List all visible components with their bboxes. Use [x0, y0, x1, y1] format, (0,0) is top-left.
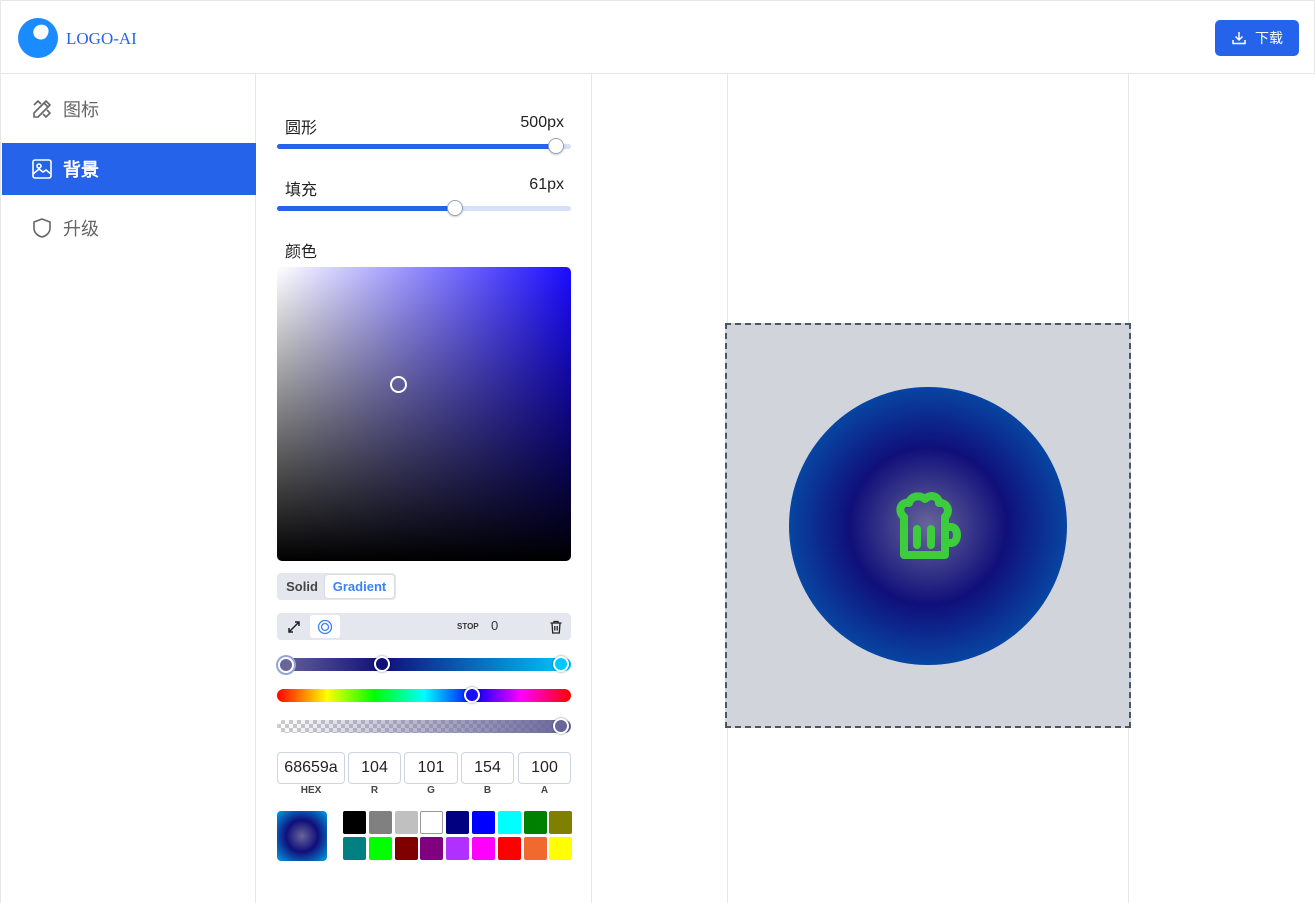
sidebar-item-label: 背景	[63, 160, 99, 180]
app-header: LOGO-AI 下载	[0, 0, 1315, 74]
sidebar-item-label: 升级	[63, 219, 99, 239]
color-swatch[interactable]	[549, 811, 573, 834]
hue-slider-handle[interactable]	[464, 687, 480, 703]
image-icon	[32, 159, 52, 179]
sidebar-item-icon[interactable]: 图标	[2, 83, 256, 135]
round-label: 圆形	[285, 120, 318, 137]
alpha-slider-handle[interactable]	[553, 718, 569, 734]
color-swatch[interactable]	[420, 811, 444, 834]
blue-field[interactable]: 154	[461, 752, 514, 784]
pencil-ruler-icon	[33, 100, 51, 118]
color-swatch[interactable]	[472, 811, 495, 834]
tab-gradient[interactable]: Gradient	[325, 575, 394, 598]
sidebar-item-upgrade[interactable]: 升级	[2, 202, 256, 254]
gradient-stops-bar[interactable]	[277, 658, 571, 671]
download-icon	[1232, 32, 1246, 45]
delete-stop-button[interactable]	[541, 615, 571, 638]
alpha-slider[interactable]	[277, 720, 571, 733]
linear-gradient-button[interactable]	[279, 615, 309, 638]
stop-value[interactable]: 0	[491, 618, 498, 633]
color-swatch[interactable]	[497, 837, 521, 860]
green-label: G	[427, 785, 435, 796]
color-swatch[interactable]	[343, 811, 366, 834]
round-slider-thumb[interactable]	[548, 138, 564, 154]
blue-label: B	[483, 785, 492, 796]
color-label: 颜色	[285, 244, 318, 261]
download-label: 下载	[1255, 30, 1283, 46]
gradient-toolbar: STOP 0	[277, 613, 571, 640]
color-swatch[interactable]	[394, 811, 418, 834]
padding-slider-thumb[interactable]	[447, 200, 463, 216]
red-label: R	[370, 785, 379, 796]
color-swatch[interactable]	[523, 837, 547, 860]
picker-cursor[interactable]	[390, 376, 407, 393]
padding-slider[interactable]	[277, 200, 571, 216]
tab-solid[interactable]: Solid	[279, 575, 325, 598]
hue-slider[interactable]	[277, 689, 571, 702]
background-circle[interactable]	[789, 387, 1067, 665]
padding-label: 填充	[285, 182, 318, 199]
hex-label: HEX	[300, 785, 322, 796]
color-swatch[interactable]	[343, 837, 366, 860]
color-swatch[interactable]	[420, 837, 444, 860]
beer-mug-icon[interactable]	[879, 477, 977, 575]
alpha-field[interactable]: 100	[518, 752, 571, 784]
color-swatch[interactable]	[472, 837, 495, 860]
red-field[interactable]: 104	[348, 752, 401, 784]
color-swatch[interactable]	[523, 811, 547, 834]
diagonal-arrows-icon	[288, 620, 300, 633]
color-swatch[interactable]	[549, 837, 573, 860]
hex-field[interactable]: 68659a	[277, 752, 345, 784]
radial-icon	[317, 619, 333, 634]
logo-text[interactable]: LOGO-AI	[66, 29, 137, 49]
sidebar: 图标 背景 升级	[0, 74, 256, 903]
gradient-stop-handle[interactable]	[374, 656, 390, 672]
color-mode-tabs: Solid Gradient	[277, 573, 396, 600]
sidebar-item-background[interactable]: 背景	[2, 143, 256, 195]
artboard[interactable]	[725, 323, 1131, 728]
green-field[interactable]: 101	[404, 752, 458, 784]
color-swatch[interactable]	[446, 837, 470, 860]
alpha-label: A	[540, 785, 549, 796]
stop-label: STOP	[457, 622, 479, 631]
color-swatch[interactable]	[497, 811, 521, 834]
logo-icon[interactable]	[17, 17, 59, 59]
gradient-preview	[277, 811, 327, 861]
download-button[interactable]: 下载	[1215, 20, 1299, 56]
color-swatch[interactable]	[446, 811, 470, 834]
color-swatch[interactable]	[368, 811, 392, 834]
round-slider[interactable]	[277, 138, 571, 154]
padding-value: 61px	[529, 176, 564, 193]
round-value: 500px	[520, 114, 564, 131]
color-swatch[interactable]	[368, 837, 392, 860]
radial-gradient-button[interactable]	[310, 615, 340, 638]
gradient-stop-handle[interactable]	[278, 657, 294, 673]
shield-icon	[33, 218, 51, 238]
sidebar-item-label: 图标	[63, 100, 99, 120]
gradient-stop-handle[interactable]	[553, 656, 569, 672]
trash-icon	[550, 620, 562, 634]
color-swatch[interactable]	[394, 837, 418, 860]
settings-panel: 圆形 500px 填充 61px 颜色 Solid Gradient STOP …	[256, 74, 592, 903]
saturation-picker[interactable]	[277, 267, 571, 561]
